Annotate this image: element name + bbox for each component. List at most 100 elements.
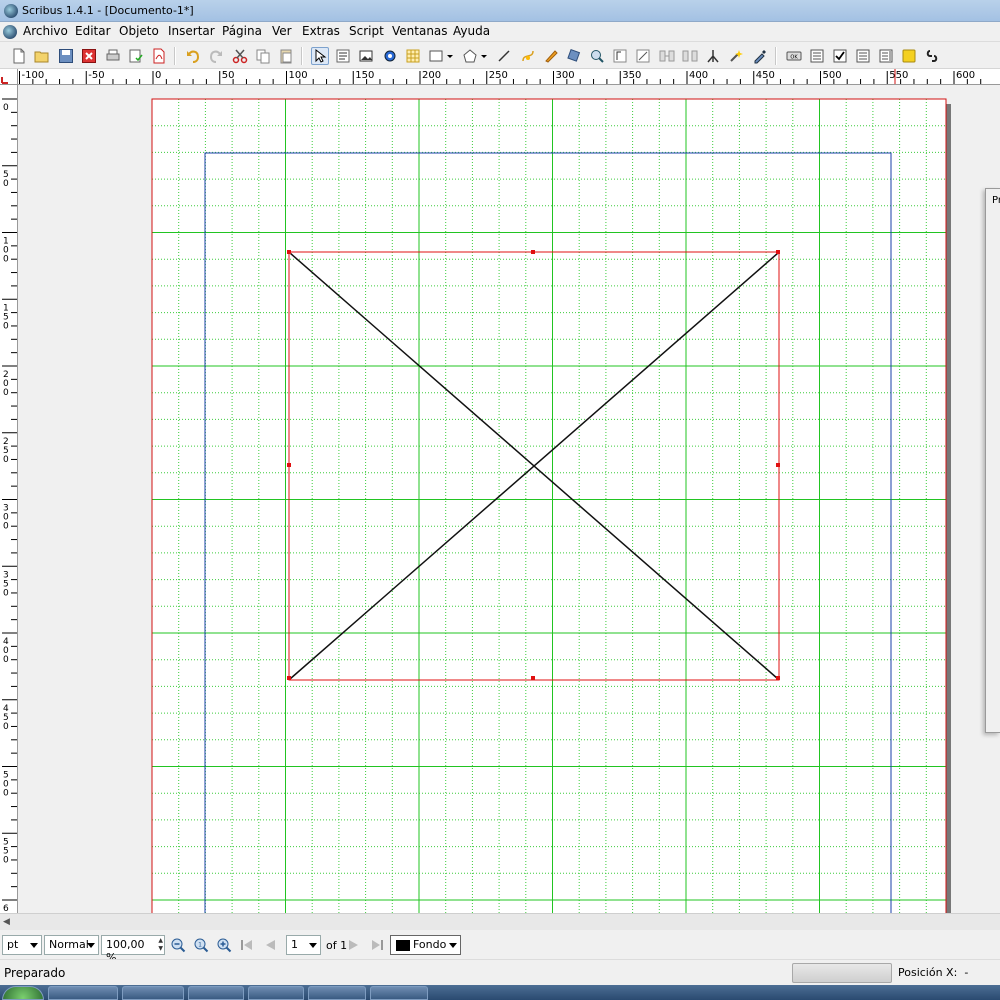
- preview-mode-select[interactable]: Normal: [44, 935, 99, 955]
- document-canvas[interactable]: [19, 86, 1000, 913]
- layer-color-swatch: [396, 940, 410, 951]
- table-icon[interactable]: [404, 47, 422, 65]
- polygon-dropdown-icon[interactable]: [479, 47, 489, 65]
- unit-select[interactable]: pt: [2, 935, 42, 955]
- properties-panel[interactable]: Pr: [985, 188, 1000, 733]
- pdf-textfield-icon[interactable]: [808, 47, 826, 65]
- measure-icon[interactable]: [704, 47, 722, 65]
- resize-handle-top-left[interactable]: [287, 250, 291, 254]
- taskbar-pdf-button[interactable]: [370, 986, 428, 1000]
- redo-icon[interactable]: [207, 47, 225, 65]
- paste-icon[interactable]: [277, 47, 295, 65]
- line-icon[interactable]: [495, 47, 513, 65]
- save-icon[interactable]: [57, 47, 75, 65]
- pdf-listbox-icon[interactable]: [877, 47, 895, 65]
- eyedropper-icon[interactable]: [751, 47, 769, 65]
- taskbar-firefox-button[interactable]: [188, 986, 244, 1000]
- page[interactable]: [152, 99, 946, 913]
- menu-archivo[interactable]: Archivo: [20, 24, 71, 38]
- page-number-select[interactable]: 1: [286, 935, 321, 955]
- menu-objeto[interactable]: Objeto: [116, 24, 162, 38]
- ruler-label: 0: [3, 655, 9, 665]
- pdf-annotation-icon[interactable]: [900, 47, 918, 65]
- first-page-icon[interactable]: [239, 937, 255, 953]
- ruler-label: 0: [3, 522, 9, 532]
- zoom-out-icon[interactable]: [170, 937, 186, 953]
- zoom-in-icon[interactable]: [216, 937, 232, 953]
- copy-icon[interactable]: [254, 47, 272, 65]
- taskbar-app-button[interactable]: [48, 986, 118, 1000]
- taskbar-app-button[interactable]: [248, 986, 304, 1000]
- vertical-ruler[interactable]: 050100150200250300350400450500550600: [0, 85, 18, 913]
- resize-handle-top[interactable]: [531, 250, 535, 254]
- image-frame-icon[interactable]: [357, 47, 375, 65]
- print-icon[interactable]: [104, 47, 122, 65]
- previous-page-icon[interactable]: [262, 937, 278, 953]
- rotate-icon[interactable]: [565, 47, 583, 65]
- document-system-icon[interactable]: [3, 25, 17, 39]
- scroll-left-icon[interactable]: ◀: [3, 917, 10, 927]
- zoom-icon[interactable]: [588, 47, 606, 65]
- pdf-link-icon[interactable]: [923, 47, 941, 65]
- taskbar-explorer-button[interactable]: [122, 986, 184, 1000]
- render-frame-icon[interactable]: [381, 47, 399, 65]
- resize-handle-left[interactable]: [287, 463, 291, 467]
- horizontal-ruler[interactable]: -100 -50 0 50 100 150 200 250 300 350 400 450 500 550…: [18, 69, 1000, 85]
- pdf-export-icon[interactable]: [150, 47, 168, 65]
- close-icon[interactable]: [80, 47, 98, 65]
- resize-handle-bottom[interactable]: [531, 676, 535, 680]
- ruler-label: 200: [422, 70, 441, 81]
- edit-content-icon[interactable]: [611, 47, 629, 65]
- select-icon[interactable]: [311, 47, 329, 65]
- bezier-icon[interactable]: [519, 47, 537, 65]
- next-page-icon[interactable]: [346, 937, 362, 953]
- ruler-label: 100: [289, 70, 308, 81]
- pdf-button-icon[interactable]: OK: [785, 47, 803, 65]
- pdf-combobox-icon[interactable]: [854, 47, 872, 65]
- start-button[interactable]: [2, 986, 44, 1000]
- scribus-app-icon[interactable]: [4, 4, 18, 18]
- zoom-input[interactable]: 100,00 % ▲ ▼: [101, 935, 165, 964]
- ruler-corner[interactable]: [0, 69, 18, 85]
- zoom-100-icon[interactable]: 1: [193, 937, 209, 953]
- freehand-icon[interactable]: [542, 47, 560, 65]
- link-frames-icon[interactable]: [658, 47, 676, 65]
- text-frame-icon[interactable]: [334, 47, 352, 65]
- menu-ayuda[interactable]: Ayuda: [450, 24, 493, 38]
- copy-properties-icon[interactable]: [727, 47, 745, 65]
- menu-editar[interactable]: Editar: [72, 24, 114, 38]
- resize-handle-right[interactable]: [776, 463, 780, 467]
- unlink-frames-icon[interactable]: [681, 47, 699, 65]
- open-icon[interactable]: [33, 47, 51, 65]
- canvas-area[interactable]: [19, 86, 1000, 913]
- svg-text:OK: OK: [790, 55, 798, 61]
- polygon-icon[interactable]: [461, 47, 479, 65]
- taskbar-app-button[interactable]: [308, 986, 366, 1000]
- undo-icon[interactable]: [184, 47, 202, 65]
- menu-extras[interactable]: Extras: [299, 24, 343, 38]
- menu-ver[interactable]: Ver: [269, 24, 295, 38]
- preflight-icon[interactable]: [127, 47, 145, 65]
- menu-insertar[interactable]: Insertar: [165, 24, 218, 38]
- resize-handle-bottom-left[interactable]: [287, 676, 291, 680]
- ruler-label: 0: [3, 588, 9, 598]
- menu-pagina[interactable]: Página: [219, 24, 265, 38]
- layer-select-value: Fondo: [413, 938, 447, 951]
- zoom-spin-icon[interactable]: ▲ ▼: [158, 937, 163, 953]
- resize-handle-top-right[interactable]: [776, 250, 780, 254]
- ruler-label: 250: [489, 70, 508, 81]
- edit-text-icon[interactable]: [634, 47, 652, 65]
- cut-icon[interactable]: [231, 47, 249, 65]
- pdf-checkbox-icon[interactable]: [831, 47, 849, 65]
- layer-select[interactable]: Fondo: [390, 935, 461, 955]
- last-page-icon[interactable]: [369, 937, 385, 953]
- resize-handle-bottom-right[interactable]: [776, 676, 780, 680]
- menu-script[interactable]: Script: [346, 24, 387, 38]
- menu-ventanas[interactable]: Ventanas: [389, 24, 451, 38]
- shape-icon[interactable]: [427, 47, 445, 65]
- new-document-icon[interactable]: [10, 47, 28, 65]
- shape-dropdown-icon[interactable]: [445, 47, 455, 65]
- horizontal-scrollbar[interactable]: ◀: [0, 913, 1000, 930]
- chevron-down-icon: [87, 943, 95, 948]
- ruler-label: 6: [3, 904, 9, 913]
